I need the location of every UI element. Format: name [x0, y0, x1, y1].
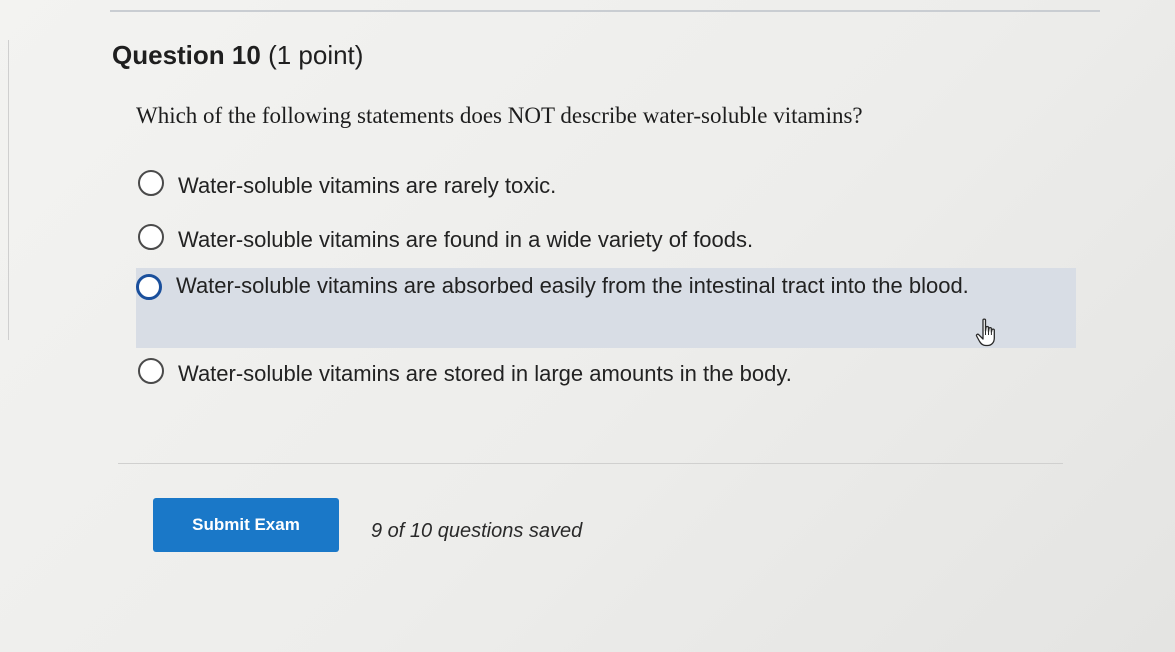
question-title: Question 10 (1 point) [112, 40, 363, 71]
question-prompt: Which of the following statements does N… [136, 103, 863, 128]
hand-pointer-icon [975, 318, 995, 347]
question-points: (1 point) [268, 40, 364, 70]
answer-option-label: Water-soluble vitamins are rarely toxic. [178, 173, 557, 198]
save-status-text: 9 of 10 questions saved [371, 520, 583, 542]
top-divider [110, 10, 1100, 12]
answer-option-1[interactable]: Water-soluble vitamins are rarely toxic. [138, 170, 1018, 202]
answer-option-3[interactable]: Water-soluble vitamins are absorbed easi… [136, 268, 1076, 348]
answer-option-4[interactable]: Water-soluble vitamins are stored in lar… [138, 358, 1018, 390]
radio-button-3[interactable] [136, 274, 162, 300]
answer-option-label: Water-soluble vitamins are absorbed easi… [176, 273, 969, 298]
answer-option-label: Water-soluble vitamins are found in a wi… [178, 227, 754, 252]
answer-option-label: Water-soluble vitamins are stored in lar… [178, 361, 792, 386]
answer-option-2[interactable]: Water-soluble vitamins are found in a wi… [138, 224, 1018, 256]
radio-button-4[interactable] [138, 358, 164, 384]
submit-exam-button[interactable]: Submit Exam [153, 498, 339, 552]
question-number: Question 10 [112, 40, 261, 70]
footer-divider [118, 463, 1063, 464]
left-panel-edge [0, 40, 9, 340]
radio-button-1[interactable] [138, 170, 164, 196]
radio-button-2[interactable] [138, 224, 164, 250]
